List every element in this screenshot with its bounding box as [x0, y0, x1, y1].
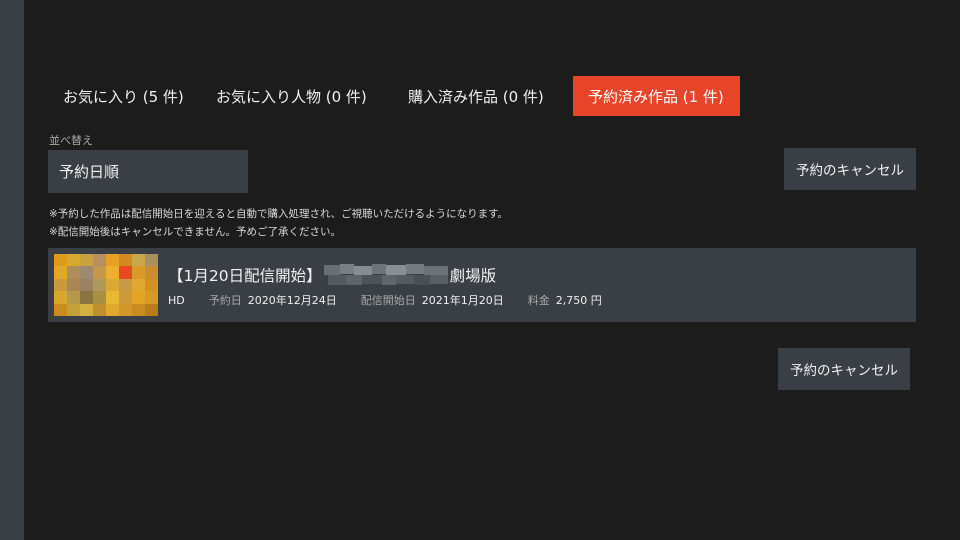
item-title-prefix: 【1月20日配信開始】: [168, 267, 322, 285]
thumbnail-mosaic-cell: [67, 266, 80, 279]
thumbnail-mosaic-cell: [145, 254, 158, 267]
redaction-block: [429, 275, 448, 284]
thumbnail-mosaic-cell: [119, 303, 132, 316]
thumbnail-mosaic-cell: [93, 254, 106, 267]
thumbnail-mosaic-cell: [132, 254, 145, 267]
reserve-date-label: 予約日: [208, 294, 242, 307]
redaction-block: [381, 275, 396, 285]
thumbnail-mosaic-cell: [80, 303, 93, 316]
thumbnail-mosaic-cell: [145, 303, 158, 316]
item-meta: HD 予約日 2020年12月24日 配信開始日 2021年1月20日 料金 2,75…: [168, 292, 602, 308]
thumbnail-mosaic-cell: [145, 266, 158, 279]
item-title: 【1月20日配信開始】 劇場版: [168, 264, 496, 286]
redaction-block: [423, 266, 448, 275]
release-date-label: 配信開始日: [360, 294, 416, 307]
thumbnail-mosaic-cell: [119, 291, 132, 304]
thumbnail-mosaic-cell: [119, 254, 132, 267]
left-rail: [0, 0, 24, 540]
thumbnail-mosaic-cell: [54, 303, 67, 316]
thumbnail-mosaic-cell: [54, 278, 67, 292]
redaction-block: [385, 265, 406, 275]
thumbnail-mosaic-cell: [132, 266, 145, 279]
notes: ※予約した作品は配信開始日を迎えると自動で購入処理され、ご視聴いただけるようにな…: [49, 205, 508, 241]
sort-label: 並べ替え: [49, 134, 93, 147]
redaction-block: [327, 275, 346, 285]
redaction-block: [353, 266, 372, 275]
redaction-block: [339, 264, 354, 274]
redaction-block: [323, 265, 340, 275]
price: 料金 2,750 円: [528, 292, 602, 308]
redaction-block: [361, 275, 382, 284]
redaction-block: [405, 264, 424, 274]
thumbnail-mosaic-cell: [93, 303, 106, 316]
tab-purchased[interactable]: 購入済み作品 (0 件): [393, 76, 569, 116]
thumbnail-mosaic-cell: [67, 278, 80, 292]
reserve-date-value: 2020年12月24日: [247, 294, 337, 307]
thumbnail-mosaic-cell: [145, 291, 158, 304]
thumbnail-mosaic-cell: [80, 291, 93, 304]
tab-reserved[interactable]: 予約済み作品 (1 件): [573, 76, 740, 116]
price-label: 料金: [527, 294, 550, 307]
thumbnail-mosaic-cell: [106, 254, 119, 267]
note-no-cancel: ※配信開始後はキャンセルできません。予めご了承ください。: [49, 226, 341, 238]
thumbnail-mosaic-cell: [145, 278, 158, 292]
thumbnail-mosaic-cell: [54, 254, 67, 267]
thumbnail-mosaic-cell: [80, 278, 93, 292]
redaction-block: [371, 264, 386, 274]
redaction-block: [395, 275, 414, 284]
thumbnail-mosaic-cell: [67, 291, 80, 304]
thumbnail-mosaic-cell: [67, 254, 80, 267]
thumbnail-mosaic-cell: [132, 291, 145, 304]
item-title-suffix: 劇場版: [449, 267, 497, 285]
thumbnail-mosaic-cell: [54, 291, 67, 304]
redacted-title-image: [323, 264, 448, 286]
thumbnail-mosaic-cell: [80, 254, 93, 267]
release-date: 配信開始日 2021年1月20日: [361, 292, 504, 308]
release-date-value: 2021年1月20日: [421, 294, 504, 307]
thumbnail-mosaic-cell: [106, 278, 119, 292]
thumbnail-mosaic-cell: [93, 291, 106, 304]
tab-bar: お気に入り (5 件) お気に入り人物 (0 件) 購入済み作品 (0 件) 予…: [48, 76, 740, 116]
sort-select[interactable]: 予約日順: [48, 150, 248, 193]
thumbnail-mosaic-cell: [67, 303, 80, 316]
thumbnail-mosaic-cell: [106, 303, 119, 316]
reserved-item-card[interactable]: 【1月20日配信開始】 劇場版 HD 予約日 2020年12月24日 配信開始日 2…: [48, 248, 916, 322]
item-thumbnail: [54, 254, 158, 316]
thumbnail-mosaic-cell: [119, 278, 132, 292]
thumbnail-mosaic-cell: [106, 266, 119, 279]
redaction-block: [345, 275, 362, 285]
note-auto-purchase: ※予約した作品は配信開始日を迎えると自動で購入処理され、ご視聴いただけるようにな…: [49, 208, 509, 220]
reserve-date: 予約日 2020年12月24日: [209, 292, 337, 308]
price-value: 2,750 円: [555, 294, 602, 307]
thumbnail-mosaic-cell: [119, 266, 132, 279]
thumbnail-mosaic-cell: [106, 291, 119, 304]
thumbnail-mosaic-cell: [93, 278, 106, 292]
thumbnail-mosaic-cell: [132, 303, 145, 316]
cancel-reservation-button-bottom[interactable]: 予約のキャンセル: [778, 348, 910, 390]
thumbnail-mosaic-cell: [54, 266, 67, 279]
cancel-reservation-button-top[interactable]: 予約のキャンセル: [784, 148, 916, 190]
quality-badge: HD: [168, 293, 185, 307]
redaction-block: [413, 275, 430, 285]
thumbnail-mosaic-cell: [80, 266, 93, 279]
tab-favorite-people[interactable]: お気に入り人物 (0 件): [201, 76, 393, 116]
thumbnail-mosaic-cell: [132, 278, 145, 292]
tab-favorites[interactable]: お気に入り (5 件): [48, 76, 201, 116]
thumbnail-mosaic-cell: [93, 266, 106, 279]
